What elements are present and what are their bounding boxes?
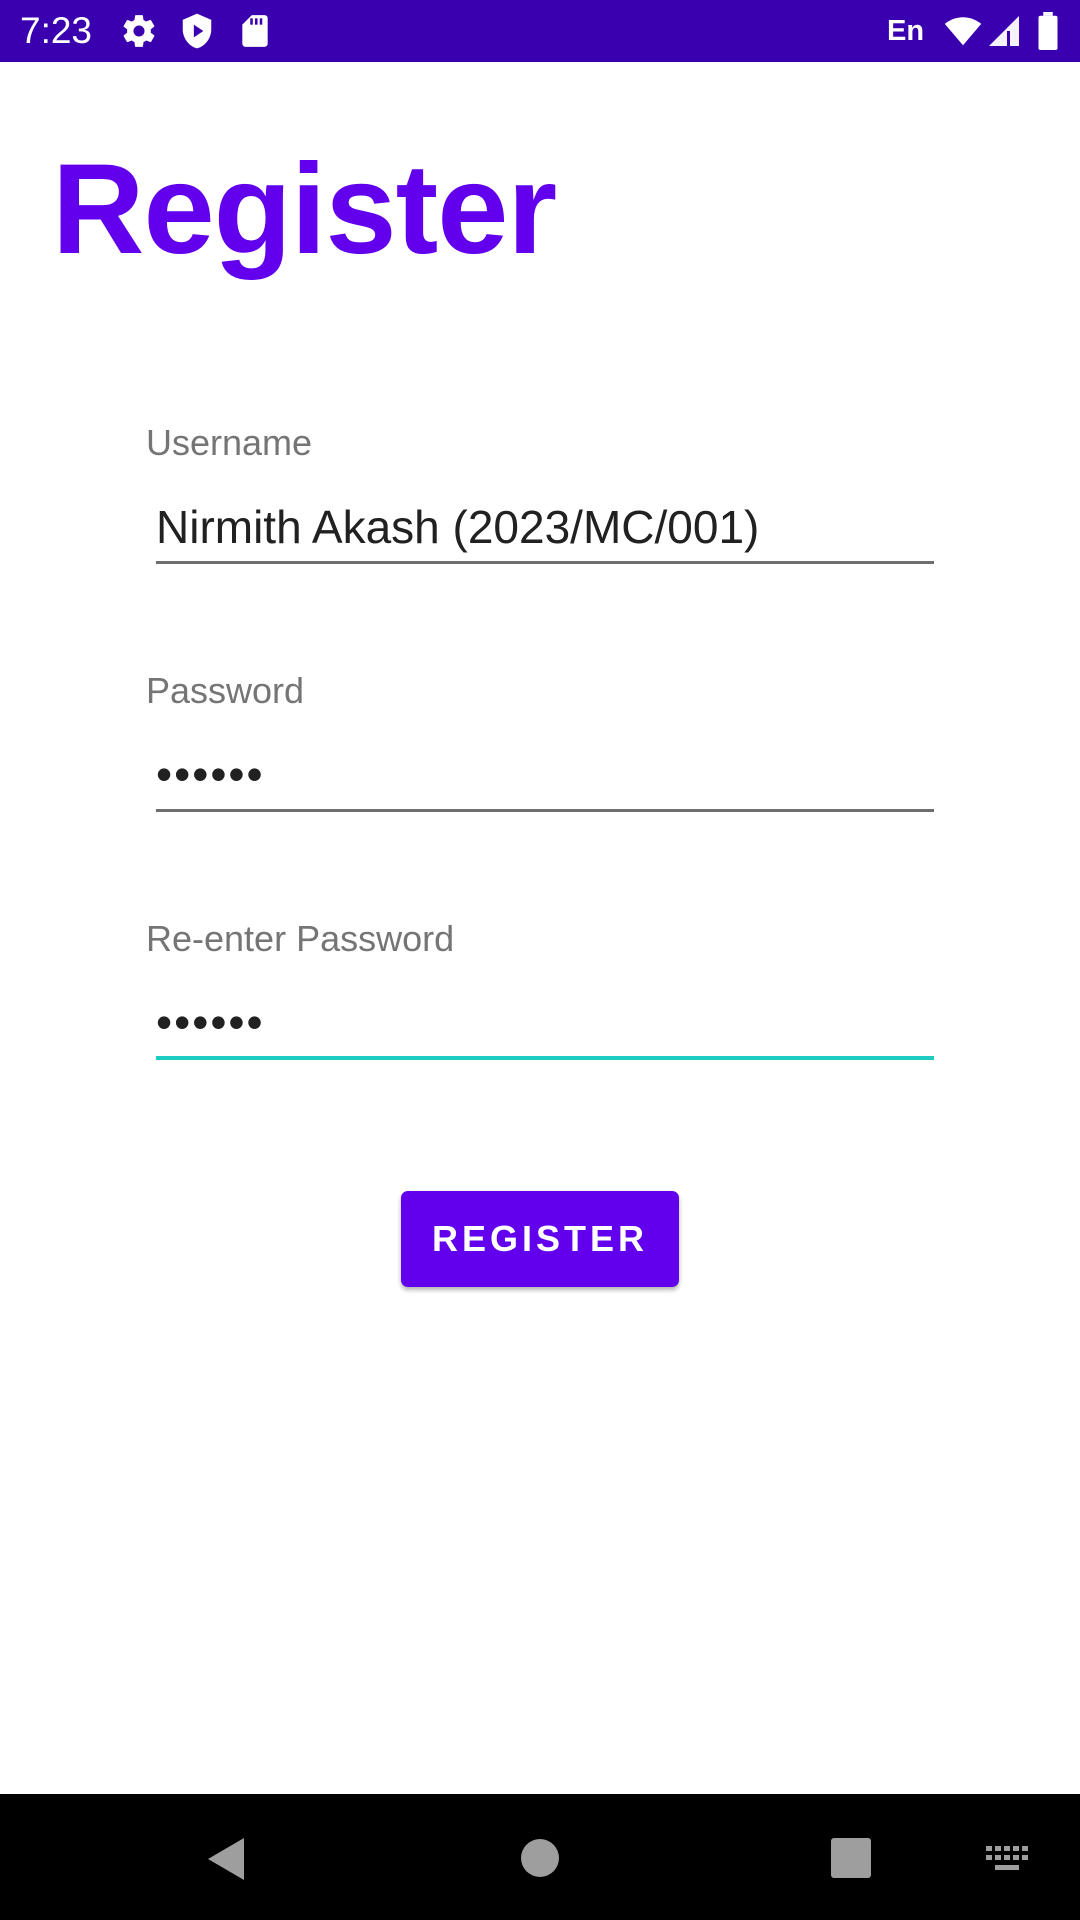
language-indicator: En	[887, 15, 925, 47]
username-field[interactable]	[156, 495, 934, 559]
shield-play-icon	[178, 12, 216, 50]
register-button[interactable]: REGISTER	[401, 1191, 679, 1287]
navigation-bar	[0, 1794, 1080, 1920]
sd-card-icon	[236, 12, 274, 50]
status-bar: 7:23 En	[0, 0, 1080, 62]
reenter-password-underline	[156, 1056, 934, 1060]
keyboard-icon[interactable]	[986, 1846, 1030, 1879]
reenter-password-field[interactable]: ••••••	[156, 990, 265, 1054]
username-label: Username	[146, 422, 313, 463]
reenter-password-label: Re-enter Password	[146, 918, 455, 959]
password-field[interactable]: ••••••	[156, 742, 265, 806]
recents-icon[interactable]	[831, 1838, 871, 1883]
username-underline	[156, 561, 934, 564]
password-underline	[156, 809, 934, 812]
signal-icon	[986, 12, 1024, 50]
home-icon[interactable]	[520, 1838, 560, 1883]
gear-icon	[120, 12, 158, 50]
battery-icon	[1036, 12, 1060, 51]
wifi-icon	[944, 12, 982, 50]
page-title: Register	[52, 138, 557, 281]
status-time: 7:23	[20, 10, 93, 51]
back-icon[interactable]	[204, 1836, 246, 1887]
password-label: Password	[146, 670, 305, 711]
